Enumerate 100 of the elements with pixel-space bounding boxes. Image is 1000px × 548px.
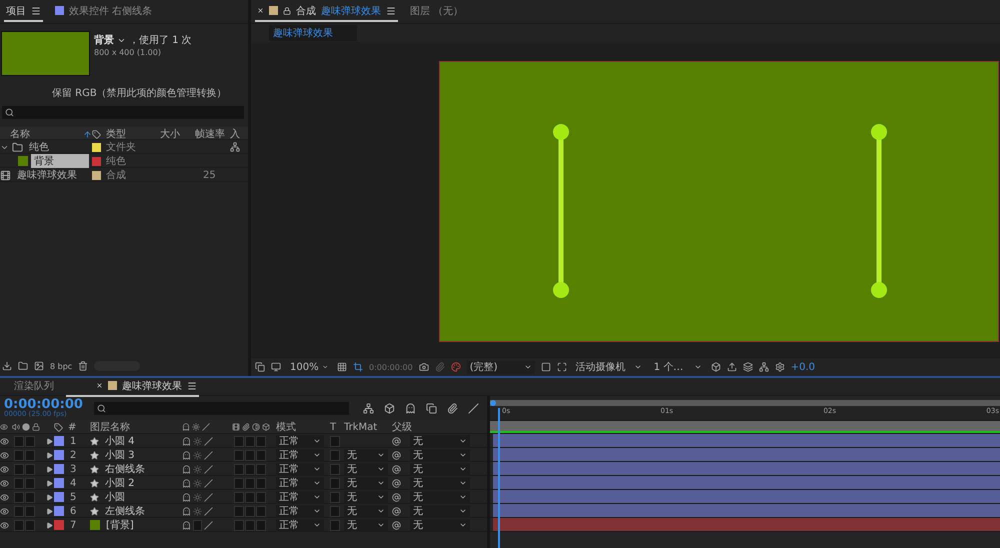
spiral-icon[interactable] [392, 450, 401, 460]
item-name[interactable]: 背景 [31, 154, 89, 168]
column-header[interactable]: 父级 [392, 420, 410, 434]
flowchart-icon[interactable] [758, 362, 769, 372]
eye-icon[interactable] [0, 478, 10, 488]
track-matte-dropdown[interactable]: 无 [344, 504, 388, 518]
switch-slot[interactable] [25, 464, 35, 474]
switch-slot[interactable] [245, 450, 255, 460]
work-area-bar[interactable] [490, 420, 1000, 431]
timeline-tab[interactable]: 渲染队列 [4, 376, 56, 396]
switch-slot[interactable] [245, 478, 255, 488]
switch-slot[interactable] [14, 436, 24, 446]
new-folder-icon[interactable] [18, 361, 28, 371]
track-matte-dropdown[interactable]: 无 [344, 476, 388, 490]
sun-icon[interactable] [193, 464, 202, 474]
viewer-tab[interactable]: 合成 趣味弹球效果 [255, 2, 398, 22]
sun-icon[interactable] [193, 506, 202, 516]
column-header[interactable]: 名称 [10, 127, 30, 141]
switch-slot[interactable] [14, 492, 24, 502]
switch-slot[interactable] [14, 464, 24, 474]
timeline-tab[interactable]: 趣味弹球效果 [66, 376, 199, 396]
label-color-swatch[interactable] [54, 450, 64, 460]
switch-slot[interactable] [256, 520, 266, 530]
parent-dropdown[interactable]: 无 [410, 490, 470, 504]
bit-depth-label[interactable]: 8 bpc [50, 362, 72, 370]
column-header[interactable]: # [68, 422, 90, 432]
switch-slot[interactable] [25, 478, 35, 488]
sun-icon[interactable] [193, 436, 202, 446]
layer-name[interactable]: 小圆 3 [101, 448, 135, 462]
switch-slot[interactable] [14, 520, 24, 530]
menu-icon[interactable] [187, 380, 197, 390]
layer-name[interactable]: 右侧线条 [101, 462, 145, 476]
label-color-swatch[interactable] [54, 436, 64, 446]
layer-name[interactable]: 小圆 4 [101, 434, 135, 448]
switch-slot[interactable] [234, 506, 244, 516]
search-field[interactable] [94, 402, 349, 414]
label-color-swatch[interactable] [54, 492, 64, 502]
layer-name[interactable]: 小圆 2 [101, 476, 135, 490]
composition-flowchart-icon[interactable] [363, 402, 374, 414]
switch-slot[interactable] [25, 506, 35, 516]
export-icon[interactable] [726, 362, 737, 372]
track-matte-dropdown[interactable]: 无 [344, 518, 388, 532]
column-header[interactable]: 图层名称 [90, 420, 182, 434]
chevron-down-icon[interactable] [694, 363, 702, 371]
switch-slot[interactable] [234, 478, 244, 488]
close-icon[interactable] [257, 7, 264, 14]
current-time[interactable]: 0:00:00:00 [4, 398, 86, 411]
switch-slot[interactable] [330, 506, 340, 516]
camera-icon[interactable] [418, 362, 429, 372]
navigator-handle[interactable] [490, 400, 496, 406]
eye-icon[interactable] [0, 450, 10, 460]
eye-icon[interactable] [0, 520, 10, 530]
switch-slot[interactable] [245, 506, 255, 516]
layers-icon[interactable] [742, 362, 753, 372]
column-header[interactable]: 帧速率 [195, 127, 230, 141]
column-header[interactable]: 模式 [276, 420, 330, 434]
switch-slot[interactable] [25, 450, 35, 460]
switch-slot[interactable] [193, 520, 202, 530]
switch-slot[interactable] [25, 520, 35, 530]
item-name[interactable]: 趣味弹球效果 [14, 168, 80, 182]
mode-dropdown[interactable]: 正常 [276, 518, 324, 532]
switch-slot[interactable] [245, 464, 255, 474]
settings-icon[interactable] [774, 362, 785, 372]
column-header[interactable]: T [330, 422, 344, 432]
grid-icon[interactable] [337, 362, 347, 372]
label-color-swatch[interactable] [54, 478, 64, 488]
eye-icon[interactable] [0, 464, 10, 474]
mode-dropdown[interactable]: 正常 [276, 476, 324, 490]
switch-slot[interactable] [256, 464, 266, 474]
item-name[interactable]: 纯色 [26, 140, 52, 154]
label-color-swatch[interactable] [54, 506, 64, 516]
switch-slot[interactable] [256, 492, 266, 502]
switch-slot[interactable] [330, 450, 340, 460]
track-matte-dropdown[interactable]: 无 [344, 462, 388, 476]
menu-icon[interactable] [386, 6, 396, 16]
spiral-icon[interactable] [392, 436, 401, 446]
chevron-down-icon[interactable] [524, 363, 532, 371]
track-matte-dropdown[interactable]: 无 [344, 448, 388, 462]
mode-dropdown[interactable]: 正常 [276, 490, 324, 504]
switch-slot[interactable] [14, 478, 24, 488]
camera-dropdown[interactable]: 活动摄像机 [572, 360, 645, 374]
switch-slot[interactable] [330, 436, 340, 446]
layer-name[interactable]: [背景] [102, 518, 134, 532]
column-header[interactable]: 入 [230, 127, 248, 141]
column-header[interactable]: 类型 [106, 127, 160, 141]
parent-dropdown[interactable]: 无 [410, 462, 470, 476]
column-header[interactable]: TrkMat [344, 422, 392, 432]
switch-slot[interactable] [234, 450, 244, 460]
monitor-icon[interactable] [271, 362, 281, 372]
switch-slot[interactable] [14, 450, 24, 460]
switch-slot[interactable] [234, 464, 244, 474]
trash-icon[interactable] [78, 361, 88, 371]
switch-slot[interactable] [330, 492, 340, 502]
spiral-icon[interactable] [392, 492, 401, 502]
spiral-icon[interactable] [392, 464, 401, 474]
switch-slot[interactable] [234, 520, 244, 530]
region-icon[interactable] [540, 362, 551, 372]
exposure-value[interactable]: +0.0 [790, 362, 816, 372]
label-color-swatch[interactable] [54, 520, 64, 530]
sort-arrow-icon[interactable] [83, 130, 92, 138]
